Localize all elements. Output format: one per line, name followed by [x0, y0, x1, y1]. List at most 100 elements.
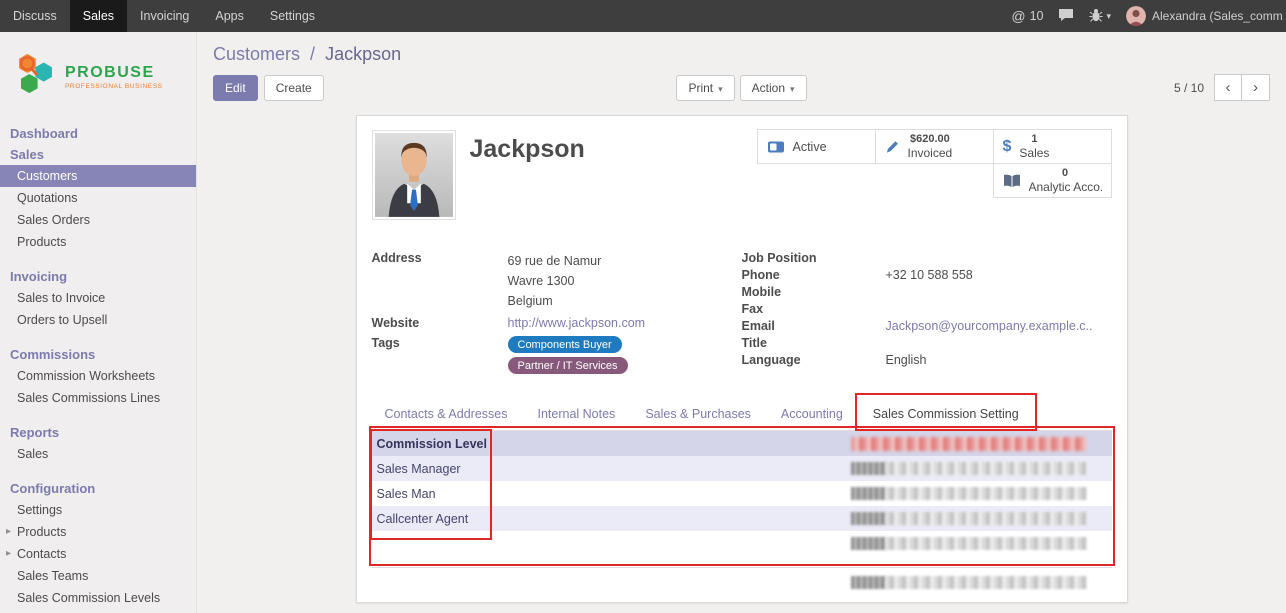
sidebar-item-sales-commission-levels[interactable]: Sales Commission Levels: [0, 587, 196, 609]
email-link[interactable]: Jackpson@yourcompany.example.c..: [886, 319, 1093, 334]
redacted-content: [851, 537, 886, 550]
tab-contacts-addresses[interactable]: Contacts & Addresses: [372, 398, 521, 430]
user-menu[interactable]: Alexandra (Sales_comm..: [1126, 6, 1284, 26]
language-label: Language: [742, 353, 886, 368]
print-label: Print: [688, 81, 713, 95]
pencil-icon: [885, 139, 900, 154]
commission-level-cell[interactable]: Sales Man: [372, 487, 491, 501]
redacted-content: [886, 512, 1087, 525]
sidebar-section-commissions[interactable]: Commissions: [0, 344, 196, 365]
expand-arrow-icon[interactable]: ▸: [6, 548, 11, 559]
tab-internal-notes[interactable]: Internal Notes: [524, 398, 628, 430]
sidebar-item-sales-commissions-lines[interactable]: Sales Commissions Lines: [0, 387, 196, 409]
sidebar-item-reports-sales[interactable]: Sales: [0, 443, 196, 465]
menu-settings[interactable]: Settings: [257, 0, 328, 32]
sidebar-section-configuration[interactable]: Configuration: [0, 478, 196, 499]
website-link[interactable]: http://www.jackpson.com: [508, 316, 646, 331]
chevron-down-icon: ▾: [718, 84, 723, 94]
email-field: Email Jackpson@yourcompany.example.c..: [742, 319, 1112, 334]
chevron-down-icon: ▾: [790, 84, 795, 94]
tab-sales-commission-setting[interactable]: Sales Commission Setting: [860, 398, 1032, 430]
sidebar-section-reports[interactable]: Reports: [0, 422, 196, 443]
sidebar: PROBUSE PROFESSIONAL BUSINESS Dashboard …: [0, 32, 197, 613]
sidebar-item-orders-to-upsell[interactable]: Orders to Upsell: [0, 309, 196, 331]
messages-button[interactable]: [1058, 8, 1074, 25]
edit-button[interactable]: Edit: [213, 75, 258, 101]
table-row-sales-manager[interactable]: Sales Manager: [372, 456, 1112, 481]
action-dropdown[interactable]: Action ▾: [740, 75, 807, 101]
action-label: Action: [752, 81, 785, 95]
book-icon: [1003, 174, 1021, 188]
probuse-logo: PROBUSE PROFESSIONAL BUSINESS: [0, 38, 196, 123]
table-row-callcenter-agent[interactable]: Callcenter Agent: [372, 506, 1112, 531]
sidebar-item-sales-orders[interactable]: Sales Orders: [0, 209, 196, 231]
active-toggle-button[interactable]: Active: [757, 129, 876, 164]
tab-sales-purchases[interactable]: Sales & Purchases: [632, 398, 764, 430]
sidebar-item-products[interactable]: Products: [0, 231, 196, 253]
sidebar-item-config-contacts[interactable]: ▸ Contacts: [0, 543, 196, 565]
commission-level-cell[interactable]: Sales Manager: [372, 462, 491, 476]
sheet-header: Jackpson Active $620.00: [372, 130, 1112, 224]
sidebar-item-sales-to-invoice[interactable]: Sales to Invoice: [0, 287, 196, 309]
pager-previous-button[interactable]: ‹: [1214, 74, 1242, 101]
create-button[interactable]: Create: [264, 75, 324, 101]
tab-label: Sales Commission Setting: [873, 407, 1019, 421]
tags-label: Tags: [372, 336, 508, 374]
mentions-button[interactable]: @ 10: [1011, 8, 1043, 24]
phone-field: Phone +32 10 588 558: [742, 268, 1112, 283]
tab-accounting[interactable]: Accounting: [768, 398, 856, 430]
sidebar-item-settings[interactable]: Settings: [0, 499, 196, 521]
stat-buttons: Active $620.00 Invoiced $: [755, 130, 1112, 198]
fax-label: Fax: [742, 302, 886, 317]
address-value: 69 rue de Namur Wavre 1300 Belgium: [508, 251, 602, 311]
title-label: Title: [742, 336, 886, 351]
print-dropdown[interactable]: Print ▾: [676, 75, 734, 101]
redacted-content: [886, 576, 1087, 589]
redacted-content: [886, 487, 1087, 500]
sidebar-item-customers[interactable]: Customers: [0, 165, 196, 187]
pager-next-button[interactable]: ›: [1242, 74, 1270, 101]
menu-apps[interactable]: Apps: [202, 0, 257, 32]
sidebar-item-sales-teams[interactable]: Sales Teams: [0, 565, 196, 587]
sidebar-item-config-products[interactable]: ▸ Products: [0, 521, 196, 543]
customer-photo[interactable]: [372, 130, 456, 220]
mention-count: 10: [1030, 9, 1044, 23]
record-fields: Address 69 rue de Namur Wavre 1300 Belgi…: [372, 251, 1112, 379]
sales-count-label: Sales: [1019, 146, 1049, 160]
sidebar-section-dashboard[interactable]: Dashboard: [0, 123, 196, 144]
debug-menu[interactable]: ▾: [1089, 8, 1111, 25]
sales-count-value: 1: [1019, 133, 1049, 146]
sidebar-item-quotations[interactable]: Quotations: [0, 187, 196, 209]
tag-partner-it-services[interactable]: Partner / IT Services: [508, 357, 628, 374]
pager-value: 5 / 10: [1174, 81, 1204, 95]
email-label: Email: [742, 319, 886, 334]
tag-components-buyer[interactable]: Components Buyer: [508, 336, 622, 353]
user-avatar: [1126, 6, 1146, 26]
menu-discuss[interactable]: Discuss: [0, 0, 70, 32]
probuse-logo-icon: [14, 50, 58, 103]
table-row-sales-man[interactable]: Sales Man: [372, 481, 1112, 506]
phone-value: +32 10 588 558: [886, 268, 973, 283]
sales-stat-button[interactable]: $ 1 Sales: [993, 129, 1112, 164]
redacted-content: [886, 537, 1087, 550]
commission-level-cell[interactable]: Callcenter Agent: [372, 512, 491, 526]
analytic-count-label: Analytic Acco...: [1029, 180, 1102, 194]
redacted-content: [851, 487, 886, 500]
sidebar-section-invoicing[interactable]: Invoicing: [0, 266, 196, 287]
table-row-empty[interactable]: [372, 531, 1112, 556]
commission-level-column-header[interactable]: Commission Level: [372, 437, 491, 451]
address-line: Wavre 1300: [508, 271, 602, 291]
invoiced-stat-button[interactable]: $620.00 Invoiced: [875, 129, 994, 164]
analytic-accounts-stat-button[interactable]: 0 Analytic Acco...: [993, 163, 1112, 198]
expand-arrow-icon[interactable]: ▸: [6, 526, 11, 537]
language-field: Language English: [742, 353, 1112, 368]
sidebar-item-commission-worksheets[interactable]: Commission Worksheets: [0, 365, 196, 387]
menu-invoicing[interactable]: Invoicing: [127, 0, 202, 32]
address-line: Belgium: [508, 291, 602, 311]
menu-sales[interactable]: Sales: [70, 0, 127, 32]
chat-bubble-icon: [1058, 8, 1074, 25]
breadcrumb-customers[interactable]: Customers: [213, 44, 300, 64]
sidebar-section-sales[interactable]: Sales: [0, 144, 196, 165]
redacted-content: [851, 462, 886, 475]
tags-value: Components Buyer Partner / IT Services: [508, 336, 628, 374]
